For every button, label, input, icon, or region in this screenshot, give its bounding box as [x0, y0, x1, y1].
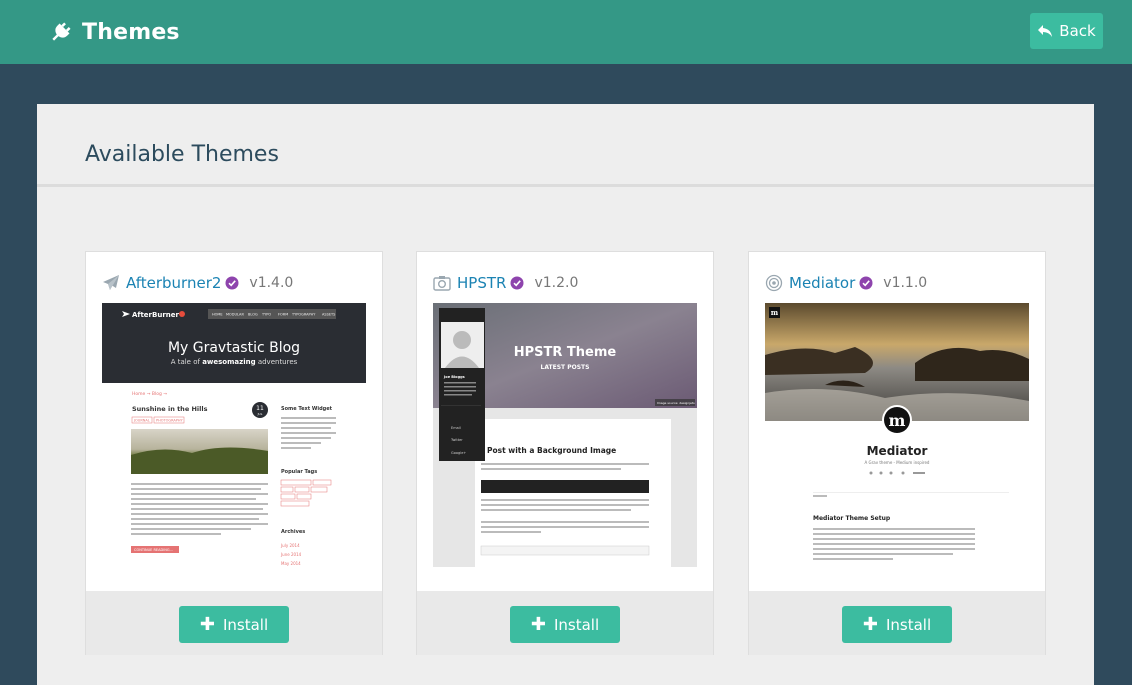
panel-divider: [37, 184, 1094, 187]
svg-text:m: m: [771, 308, 779, 317]
svg-text:HOME: HOME: [212, 313, 223, 317]
svg-text:FORM: FORM: [278, 313, 288, 317]
theme-version: v1.4.0: [249, 275, 294, 291]
svg-text:Some Text Widget: Some Text Widget: [281, 406, 333, 412]
svg-text:Mediator Theme Setup: Mediator Theme Setup: [813, 515, 891, 522]
svg-text:HPSTR Theme: HPSTR Theme: [514, 345, 617, 360]
svg-text:May 2014: May 2014: [281, 561, 301, 566]
svg-text:Sunshine in the Hills: Sunshine in the Hills: [132, 405, 208, 413]
theme-card-header: Mediator v1.1.0: [765, 272, 927, 294]
camera-icon: [433, 276, 451, 291]
install-button-label: Install: [222, 615, 269, 634]
svg-text:Archives: Archives: [281, 529, 305, 535]
svg-text:11: 11: [256, 405, 264, 412]
svg-text:Post with a Background Image: Post with a Background Image: [487, 446, 616, 455]
svg-text:Image source: designjets: Image source: designjets: [657, 401, 695, 405]
theme-name[interactable]: Afterburner2: [126, 274, 221, 292]
theme-card-header: HPSTR v1.2.0: [433, 272, 578, 294]
svg-text:A tale of awesomazing adventur: A tale of awesomazing adventures: [171, 358, 298, 366]
svg-text:Mediator: Mediator: [867, 444, 928, 458]
svg-text:Joe Bloggs: Joe Bloggs: [443, 375, 465, 379]
svg-text:Email: Email: [451, 426, 461, 430]
theme-card-footer: ✚ Install: [417, 591, 713, 655]
theme-card-hpstr: HPSTR v1.2.0 HPSTR Theme LATEST POSTS Im…: [416, 251, 714, 655]
preview-brand: AfterBurner: [132, 311, 180, 319]
svg-text:July 2014: July 2014: [280, 543, 300, 548]
panel-title: Available Themes: [85, 142, 279, 167]
install-button[interactable]: ✚ Install: [510, 606, 620, 643]
plus-icon: ✚: [199, 613, 215, 635]
plus-icon: ✚: [530, 613, 546, 635]
svg-text:JUL: JUL: [257, 412, 263, 416]
back-button-label: Back: [1059, 22, 1096, 40]
svg-text:Google+: Google+: [451, 451, 466, 455]
svg-text:LATEST POSTS: LATEST POSTS: [541, 364, 590, 371]
theme-screenshot[interactable]: m m Mediator A Grav theme - Medium inspi…: [765, 303, 1029, 567]
svg-text:TYPOGRAPHY: TYPOGRAPHY: [291, 313, 316, 317]
theme-screenshot[interactable]: AfterBurner HOME MODULAR BLOG TYPO FORM …: [102, 303, 366, 567]
theme-screenshot[interactable]: HPSTR Theme LATEST POSTS Image source: d…: [433, 303, 697, 567]
verified-badge-icon: [510, 276, 524, 290]
verified-badge-icon: [225, 276, 239, 290]
plus-icon: ✚: [862, 613, 878, 635]
theme-card-footer: ✚ Install: [749, 591, 1045, 655]
svg-text:Home → Blog →: Home → Blog →: [132, 391, 167, 397]
target-icon: [765, 274, 783, 292]
theme-version: v1.1.0: [883, 275, 928, 291]
theme-name[interactable]: HPSTR: [457, 274, 506, 292]
theme-version: v1.2.0: [534, 275, 579, 291]
install-button-label: Install: [885, 615, 932, 634]
back-button[interactable]: Back: [1030, 13, 1103, 49]
svg-text:TYPO: TYPO: [261, 313, 271, 317]
verified-badge-icon: [859, 276, 873, 290]
page-title: Themes: [82, 19, 180, 45]
svg-text:MODULAR: MODULAR: [226, 313, 244, 317]
svg-text:m: m: [889, 411, 906, 430]
top-header-bar: Themes Back: [0, 0, 1132, 64]
svg-text:June 2014: June 2014: [280, 552, 302, 557]
svg-text:PHOTOGRAPHY: PHOTOGRAPHY: [156, 419, 184, 423]
svg-text:A Grav theme - Medium inspired: A Grav theme - Medium inspired: [865, 460, 930, 465]
svg-text:ASSETS: ASSETS: [322, 313, 336, 317]
theme-name[interactable]: Mediator: [789, 274, 855, 292]
theme-card-footer: ✚ Install: [86, 591, 382, 655]
paper-plane-icon: [103, 275, 119, 290]
install-button[interactable]: ✚ Install: [179, 606, 289, 643]
install-button[interactable]: ✚ Install: [842, 606, 952, 643]
theme-card-mediator: Mediator v1.1.0 m m Mediator A Grav them…: [748, 251, 1046, 655]
install-button-label: Install: [553, 615, 600, 634]
svg-text:CONTINUE READING...: CONTINUE READING...: [134, 548, 173, 552]
svg-text:Twitter: Twitter: [450, 438, 463, 442]
svg-text:Popular Tags: Popular Tags: [281, 469, 317, 475]
theme-card-afterburner2: Afterburner2 v1.4.0 AfterBurner HOME MOD…: [85, 251, 383, 655]
page-title-group: Themes: [48, 16, 180, 48]
reply-arrow-icon: [1038, 25, 1053, 37]
plug-icon: [52, 22, 71, 41]
preview-hero-title: My Gravtastic Blog: [168, 340, 300, 356]
theme-card-header: Afterburner2 v1.4.0: [102, 272, 293, 294]
svg-text:JOURNAL: JOURNAL: [133, 419, 150, 423]
svg-text:BLOG: BLOG: [248, 313, 258, 317]
